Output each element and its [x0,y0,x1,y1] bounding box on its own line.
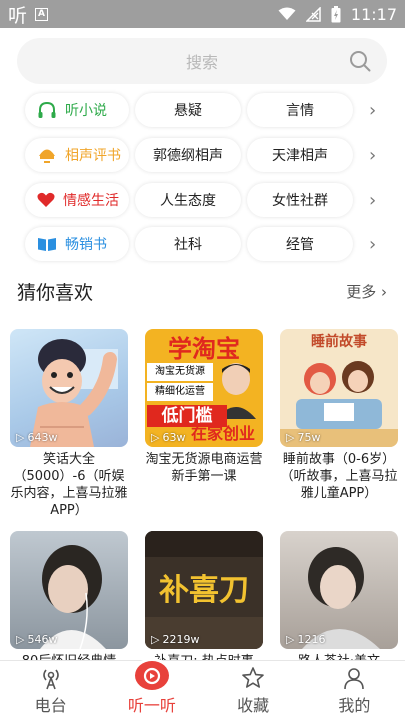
play-count-value: 2219w [162,633,200,646]
album-card[interactable]: ▷ 1216 路人茶社·美文 [280,531,398,670]
radio-tower-icon [42,669,59,690]
play-count: ▷ 643w [16,431,58,444]
category-main-crosstalk[interactable]: 相声评书 [25,138,129,172]
tab-label: 听一听 [127,696,176,715]
chevron-right-icon[interactable]: › [369,145,376,166]
open-book-icon [38,238,56,251]
play-count-value: 546w [27,633,58,646]
album-card[interactable]: 补喜刀 ▷ 2219w 补喜刀: 热点时事 [145,531,263,670]
crosstalk-fan-icon [39,149,55,163]
category-item[interactable]: 郭德纲相声 [135,138,241,172]
album-title[interactable]: 睡前故事（0-6岁）（听故事，上喜马拉雅儿童APP） [280,451,398,502]
more-label: 更多 [346,283,377,301]
tab-mine[interactable]: 我的 [304,661,405,720]
category-row-crosstalk: 相声评书 郭德纲相声 天津相声 › [25,138,380,172]
signal-off-icon [305,6,321,22]
portrait-with-earphones [40,545,106,649]
album-cover[interactable]: 学淘宝 淘宝无货源 精细化运营 低门槛 在家创业 ▷ 63w [145,329,263,447]
play-count: ▷ 2219w [151,633,200,646]
album-cover[interactable]: ▷ 546w [10,531,128,649]
search-icon[interactable] [349,50,371,72]
category-item[interactable]: 人生态度 [135,183,241,217]
album-title[interactable]: 笑话大全（5000）-6（听娱乐内容，上喜马拉雅APP） [10,451,128,519]
tab-label: 电台 [34,696,67,715]
cover-text: 睡前故事 [311,334,367,350]
category-main-emotion[interactable]: 情感生活 [25,183,129,217]
headphones-icon [38,101,56,118]
category-main-label: 畅销书 [65,237,107,253]
album-card[interactable]: 学淘宝 淘宝无货源 精细化运营 低门槛 在家创业 ▷ 63w 淘宝无货源电商运营… [145,329,263,485]
tab-favorites[interactable]: 收藏 [203,661,304,720]
portrait-photo [302,547,380,649]
category-item[interactable]: 社科 [135,227,241,261]
category-row-emotion: 情感生活 人生态度 女性社群 › [25,183,380,217]
heart-icon [37,192,55,207]
category-row-novel: 听小说 悬疑 言情 › [25,93,380,127]
cartoon-muscle-man-illustration [30,339,118,447]
wifi-icon [278,7,296,20]
category-item[interactable]: 天津相声 [247,138,353,172]
play-count-value: 1216 [297,633,326,646]
category-main-bestseller[interactable]: 畅销书 [25,227,129,261]
section-title: 猜你喜欢 [17,282,94,304]
album-cover[interactable]: 补喜刀 ▷ 2219w [145,531,263,649]
category-main-label: 听小说 [65,103,107,119]
tab-radio[interactable]: 电台 [0,661,101,720]
play-count-value: 643w [27,431,58,444]
cover-text: 淘宝无货源 [147,363,213,381]
album-card[interactable]: 睡前故事 ▷ 75w 睡前故事（0-6岁）（听故事，上喜马拉雅儿童APP） [280,329,398,502]
cover-text: 在家创业 [190,424,255,443]
play-count: ▷ 63w [151,431,186,444]
chevron-right-icon[interactable]: › [369,100,376,121]
category-item[interactable]: 悬疑 [135,93,241,127]
listen-play-icon [134,661,169,690]
chevron-right-icon[interactable]: › [369,234,376,255]
category-main-label: 相声评书 [65,148,121,164]
album-cover[interactable]: ▷ 643w [10,329,128,447]
search-placeholder: 搜索 [185,53,218,72]
tab-label: 我的 [338,696,371,715]
category-main-novel[interactable]: 听小说 [25,93,129,127]
album-card[interactable]: ▷ 643w 笑话大全（5000）-6（听娱乐内容，上喜马拉雅APP） [10,329,128,519]
chevron-right-icon[interactable]: › [369,190,376,211]
a-notification-icon: A [35,7,49,21]
battery-charging-icon [331,5,341,22]
category-row-bestseller: 畅销书 社科 经管 › [25,227,380,261]
clock: 11:17 [350,4,397,24]
play-count-value: 75w [297,431,321,444]
play-count-value: 63w [162,431,186,444]
cover-text: 精细化运营 [147,383,213,401]
album-title[interactable]: 淘宝无货源电商运营新手第一课 [145,451,263,485]
category-item[interactable]: 言情 [247,93,353,127]
category-item[interactable]: 女性社群 [247,183,353,217]
more-link[interactable]: 更多 › [346,281,387,302]
category-item[interactable]: 经管 [247,227,353,261]
category-main-label: 情感生活 [63,193,119,209]
tab-listen[interactable]: 听一听 [101,661,202,720]
cover-decoration [145,531,263,649]
album-cover[interactable]: 睡前故事 ▷ 75w [280,329,398,447]
album-card[interactable]: ▷ 546w 80后怀旧经典情 [10,531,128,670]
status-bar: 听 A 11:17 [0,0,405,28]
star-icon [242,667,264,688]
bottom-tab-bar: 电台 听一听 收藏 我的 [0,660,405,720]
play-count: ▷ 1216 [286,633,326,646]
tab-label: 收藏 [237,696,270,715]
search-bar[interactable]: 搜索 [17,38,387,84]
app-notification-icon: 听 [8,4,28,27]
user-icon [344,668,365,690]
play-count: ▷ 75w [286,431,321,444]
album-cover[interactable]: ▷ 1216 [280,531,398,649]
play-count: ▷ 546w [16,633,58,646]
